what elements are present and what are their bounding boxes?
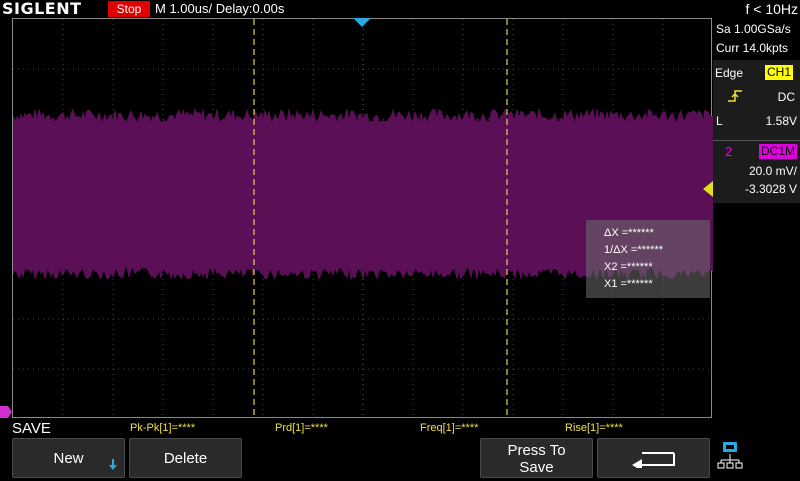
menu-title: SAVE: [12, 420, 51, 437]
channel-scale: 20.0 mV/: [748, 164, 797, 178]
measurement-period[interactable]: Prd[1]=****: [275, 422, 328, 434]
cursor-inv-delta-x: 1/ΔX =******: [604, 244, 664, 256]
return-arrow-icon: [632, 452, 675, 468]
sample-rate: Sa 1.00GSa/s: [716, 22, 791, 36]
trigger-level-label: L: [716, 114, 723, 128]
frequency-counter: f < 10Hz: [745, 1, 798, 17]
softkey-bar: New Delete Press To Save: [0, 438, 800, 480]
delete-button[interactable]: Delete: [129, 438, 242, 478]
top-status-bar: SIGLENT Stop M 1.00us/ Delay:0.00s f < 1…: [0, 0, 800, 18]
trigger-type: Edge: [715, 66, 744, 80]
network-status[interactable]: [716, 440, 746, 476]
right-info-panel: Sa 1.00GSa/s Curr 14.0kpts Edge CH1 DC L…: [713, 18, 800, 438]
arrow-down-icon: [109, 459, 117, 470]
measurement-rise[interactable]: Rise[1]=****: [565, 422, 623, 434]
cursor-delta-x: ΔX =******: [604, 227, 654, 239]
measurement-frequency[interactable]: Freq[1]=****: [420, 422, 478, 434]
measurement-strip: SAVE Pk-Pk[1]=**** Prd[1]=**** Freq[1]=*…: [0, 418, 712, 438]
waveform-display[interactable]: [12, 18, 713, 419]
trace-top-edge: [13, 107, 713, 125]
channel-coupling-badge: DC1M: [759, 144, 798, 159]
cursor-x2: X2 =******: [604, 261, 653, 273]
channel-offset: -3.3028 V: [744, 182, 797, 196]
channel-info[interactable]: 2 DC1M 20.0 mV/ -3.3028 V: [713, 140, 800, 203]
trigger-info[interactable]: Edge CH1 DC L 1.58V: [713, 60, 800, 152]
cursor-x1: X1 =******: [604, 278, 653, 290]
trigger-coupling: DC: [777, 90, 795, 104]
channel-number: 2: [725, 144, 733, 159]
press-to-save-button[interactable]: Press To Save: [480, 438, 593, 478]
grid-svg: [13, 19, 713, 419]
acquisition-info[interactable]: Sa 1.00GSa/s Curr 14.0kpts: [713, 18, 800, 60]
channel-offset-icon[interactable]: [703, 181, 713, 197]
return-button[interactable]: [597, 438, 710, 478]
delete-button-label: Delete: [163, 450, 208, 467]
run-stop-indicator[interactable]: Stop: [108, 1, 150, 17]
network-icon: [717, 442, 743, 469]
rising-edge-icon: [728, 90, 742, 102]
press-to-save-label: Press To Save: [507, 442, 566, 476]
cursor-readout-panel: ΔX =****** 1/ΔX =****** X2 =****** X1 =*…: [586, 220, 710, 298]
measurement-pkpk[interactable]: Pk-Pk[1]=****: [130, 422, 195, 434]
brand-logo: SIGLENT: [2, 0, 82, 18]
channel-ground-icon[interactable]: [0, 406, 12, 418]
trigger-position-icon[interactable]: [353, 18, 371, 28]
trigger-source-badge: CH1: [765, 65, 794, 80]
new-button[interactable]: New: [12, 438, 125, 478]
trigger-level: 1.58V: [765, 114, 797, 128]
memory-depth: Curr 14.0kpts: [716, 41, 789, 55]
timebase-readout[interactable]: M 1.00us/ Delay:0.00s: [155, 0, 284, 18]
